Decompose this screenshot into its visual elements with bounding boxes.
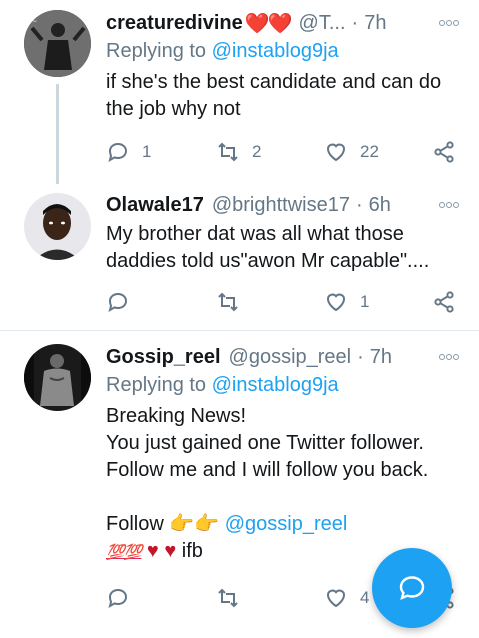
- timestamp[interactable]: 7h: [370, 346, 392, 369]
- name-emoji: ❤️❤️: [244, 12, 293, 35]
- avatar[interactable]: ~: [24, 10, 91, 77]
- reply-count: 1: [142, 142, 152, 161]
- retweet-button[interactable]: [216, 287, 252, 317]
- timestamp[interactable]: 7h: [364, 12, 386, 35]
- tweet-actions: 1: [106, 287, 466, 317]
- handle[interactable]: @brighttwise17: [212, 194, 350, 217]
- pointing-hand-emoji: 👉👉: [169, 513, 220, 535]
- tweet-text: My brother dat was all what those daddie…: [106, 221, 461, 275]
- tweet-text: if she's the best candidate and can do t…: [106, 69, 461, 123]
- tweet-header: Gossip_reel @gossip_reel · 7h: [106, 344, 459, 370]
- tweet-line: the job why not: [106, 98, 241, 120]
- heart-emoji: ♥ ♥: [146, 540, 177, 562]
- tweet-header: creaturedivine ❤️❤️ @T... · 7h: [106, 10, 459, 36]
- like-button[interactable]: 1: [324, 287, 369, 317]
- share-icon: [434, 291, 454, 313]
- display-name[interactable]: Olawale17: [106, 194, 204, 217]
- like-icon: [326, 143, 346, 162]
- reply-button[interactable]: 1: [106, 137, 151, 167]
- separator-dot: ·: [356, 193, 363, 216]
- tweet-1[interactable]: ~ creaturedivine ❤️❤️ @T... · 7h Replyin…: [0, 0, 479, 190]
- tweet-line: Breaking News!: [106, 405, 247, 427]
- svg-text:~: ~: [30, 17, 38, 27]
- more-icon[interactable]: [439, 344, 459, 370]
- tweet-line: You just gained one Twitter follower.: [106, 432, 424, 454]
- replying-mention[interactable]: @instablog9ja: [212, 40, 339, 62]
- like-icon: [326, 293, 346, 312]
- tweet-actions: 1 2 22: [106, 137, 466, 167]
- more-icon[interactable]: [439, 192, 459, 218]
- compose-tweet-icon: [399, 576, 425, 601]
- display-name[interactable]: Gossip_reel: [106, 346, 221, 369]
- tweet-text: Breaking News! You just gained one Twitt…: [106, 403, 461, 566]
- separator-dot: ·: [357, 345, 364, 368]
- tweet-line: if she's the best candidate and can do: [106, 71, 442, 93]
- hundred-points-emoji: 💯💯: [106, 544, 142, 561]
- reply-icon: [108, 292, 128, 312]
- tweet-2[interactable]: Olawale17 @brighttwise17 · 6h My brother…: [0, 190, 479, 330]
- like-button[interactable]: 22: [324, 137, 379, 167]
- retweet-icon: [218, 588, 238, 608]
- tweet-line: Follow me and I will follow you back.: [106, 459, 429, 481]
- tweet-header: Olawale17 @brighttwise17 · 6h: [106, 192, 459, 218]
- compose-tweet-button[interactable]: [372, 548, 452, 628]
- retweet-icon: [218, 142, 238, 162]
- share-icon: [434, 141, 454, 163]
- follow-mention[interactable]: @gossip_reel: [225, 513, 348, 535]
- replying-prefix: Replying to: [106, 40, 207, 62]
- handle[interactable]: @T...: [299, 12, 346, 35]
- share-button[interactable]: [432, 287, 456, 317]
- reply-button[interactable]: [106, 583, 142, 613]
- retweet-button[interactable]: 2: [216, 137, 261, 167]
- retweet-count: 2: [252, 142, 262, 161]
- more-icon[interactable]: [439, 10, 459, 36]
- follow-word: Follow: [106, 513, 164, 535]
- replying-to: Replying to @instablog9ja: [106, 374, 339, 397]
- replying-to: Replying to @instablog9ja: [106, 40, 339, 63]
- like-count: 22: [360, 142, 379, 161]
- avatar[interactable]: [24, 193, 91, 260]
- timestamp[interactable]: 6h: [369, 194, 391, 217]
- follow-line: Follow 👉👉 @gossip_reel: [106, 511, 461, 538]
- display-name[interactable]: creaturedivine: [106, 12, 243, 35]
- like-count: 1: [360, 292, 370, 311]
- avatar[interactable]: [24, 344, 91, 411]
- like-icon: [326, 589, 346, 608]
- like-count: 4: [360, 588, 370, 607]
- handle[interactable]: @gossip_reel: [229, 346, 352, 369]
- thread-line: [56, 84, 59, 184]
- retweet-button[interactable]: [216, 583, 252, 613]
- separator-dot: ·: [351, 11, 359, 34]
- reply-icon: [108, 142, 128, 162]
- reply-icon: [108, 588, 128, 608]
- replying-prefix: Replying to: [106, 374, 207, 396]
- ifb-text: ifb: [181, 540, 203, 562]
- tweet-line: daddies told us"awon Mr capable"....: [106, 250, 430, 272]
- share-button[interactable]: [432, 137, 456, 167]
- retweet-icon: [218, 292, 238, 312]
- like-button[interactable]: 4: [324, 583, 369, 613]
- replying-mention[interactable]: @instablog9ja: [212, 374, 339, 396]
- tweet-line: My brother dat was all what those: [106, 223, 404, 245]
- reply-button[interactable]: [106, 287, 142, 317]
